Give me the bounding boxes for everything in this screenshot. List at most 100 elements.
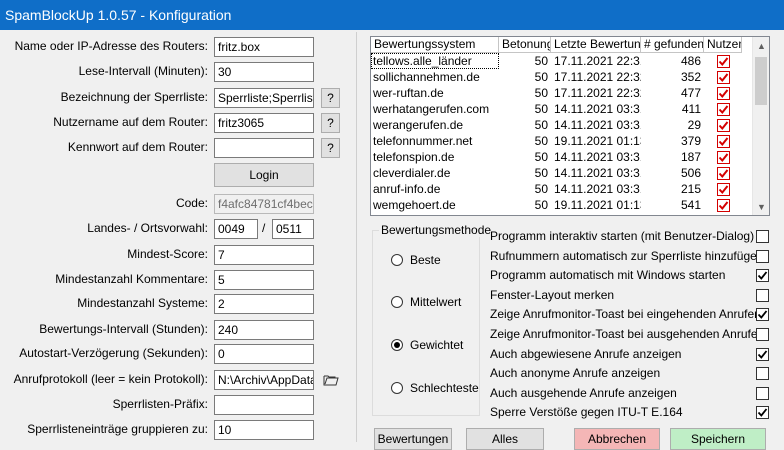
use-checkbox[interactable] bbox=[716, 54, 730, 68]
blocklist-group-row: Sperrlisteneinträge gruppieren zu: 10 bbox=[0, 420, 350, 440]
country-code-input[interactable]: 0049 bbox=[214, 219, 258, 239]
table-row[interactable]: werangerufen.de 50 14.11.2021 03:31 29 bbox=[371, 117, 742, 133]
cell-found: 352 bbox=[680, 70, 701, 84]
read-interval-input[interactable]: 30 bbox=[214, 62, 314, 82]
router-password-input[interactable] bbox=[214, 138, 314, 158]
col-header-system[interactable]: Bewertungssystem bbox=[371, 37, 499, 53]
min-systems-row: Mindestanzahl Systeme: 2 bbox=[0, 294, 350, 314]
option-row[interactable]: Auch anonyme Anrufe anzeigen bbox=[490, 365, 770, 383]
min-comments-input[interactable]: 5 bbox=[214, 270, 314, 290]
table-row[interactable]: telefonspion.de 50 14.11.2021 03:31 187 bbox=[371, 149, 742, 165]
min-score-input[interactable]: 7 bbox=[214, 245, 314, 265]
col-header-found[interactable]: # gefunden bbox=[641, 37, 704, 53]
cell-last-rating: 19.11.2021 01:13 bbox=[554, 134, 641, 148]
rating-method-title: Bewertungsmethode bbox=[379, 223, 494, 237]
use-checkbox[interactable] bbox=[716, 70, 730, 84]
option-row[interactable]: Fenster-Layout merken bbox=[490, 287, 770, 305]
radio-beste[interactable]: Beste bbox=[391, 253, 441, 267]
use-checkbox[interactable] bbox=[716, 166, 730, 180]
check-icon bbox=[757, 271, 768, 281]
city-code-input[interactable]: 0511 bbox=[272, 219, 314, 239]
use-checkbox[interactable] bbox=[716, 150, 730, 164]
option-row[interactable]: Auch abgewiesene Anrufe anzeigen bbox=[490, 346, 770, 364]
table-row[interactable]: cleverdialer.de 50 14.11.2021 03:31 506 bbox=[371, 165, 742, 181]
folder-open-icon[interactable] bbox=[321, 371, 340, 389]
call-log-input[interactable]: N:\Archiv\AppData bbox=[214, 370, 314, 390]
rating-interval-input[interactable]: 240 bbox=[214, 320, 314, 340]
option-checkbox[interactable] bbox=[756, 308, 769, 322]
table-row[interactable]: anruf-info.de 50 14.11.2021 03:31 215 bbox=[371, 181, 742, 197]
cell-system: sollichannehmen.de bbox=[373, 70, 480, 84]
min-systems-input[interactable]: 2 bbox=[214, 294, 314, 314]
table-row[interactable]: tellows.alle_länder 50 17.11.2021 22:31 486 bbox=[371, 53, 742, 69]
use-checkbox[interactable] bbox=[716, 86, 730, 100]
read-interval-label: Lese-Intervall (Minuten): bbox=[78, 64, 208, 78]
scroll-thumb[interactable] bbox=[755, 57, 767, 105]
use-checkbox[interactable] bbox=[716, 102, 730, 116]
all-button[interactable]: Alles bbox=[466, 428, 544, 450]
option-row[interactable]: Sperre Verstöße gegen ITU-T E.164 bbox=[490, 404, 770, 422]
table-row[interactable]: telefonnummer.net 50 19.11.2021 01:13 379 bbox=[371, 133, 742, 149]
option-label: Programm interaktiv starten (mit Benutze… bbox=[490, 229, 755, 243]
radio-schlechteste[interactable]: Schlechteste bbox=[391, 381, 479, 395]
option-row[interactable]: Rufnummern automatisch zur Sperrliste hi… bbox=[490, 248, 770, 266]
rating-systems-table[interactable]: Bewertungssystem Betonung Letzte Bewertu… bbox=[370, 36, 770, 216]
use-checkbox[interactable] bbox=[716, 134, 730, 148]
option-checkbox[interactable] bbox=[756, 406, 769, 420]
option-row[interactable]: Zeige Anrufmonitor-Toast bei ausgehenden… bbox=[490, 326, 770, 344]
col-header-weight[interactable]: Betonung bbox=[499, 37, 551, 53]
min-comments-row: Mindestanzahl Kommentare: 5 bbox=[0, 270, 350, 290]
col-header-last[interactable]: Letzte Bewertung bbox=[551, 37, 641, 53]
ratings-button[interactable]: Bewertungen bbox=[374, 428, 452, 450]
option-checkbox[interactable] bbox=[756, 230, 769, 243]
code-input: f4afc84781cf4beca bbox=[214, 194, 314, 214]
option-row[interactable]: Zeige Anrufmonitor-Toast bei eingehenden… bbox=[490, 306, 770, 324]
radio-mittelwert[interactable]: Mittelwert bbox=[391, 295, 461, 309]
router-address-input[interactable]: fritz.box bbox=[214, 37, 314, 57]
option-checkbox[interactable] bbox=[756, 347, 769, 361]
blocklist-group-input[interactable]: 10 bbox=[214, 420, 314, 440]
scroll-down-icon[interactable]: ▼ bbox=[753, 198, 769, 215]
option-label: Rufnummern automatisch zur Sperrliste hi… bbox=[490, 248, 764, 263]
router-user-help-button[interactable]: ? bbox=[321, 113, 340, 133]
use-checkbox[interactable] bbox=[716, 198, 730, 212]
save-button[interactable]: Speichern bbox=[670, 428, 766, 450]
router-password-help-button[interactable]: ? bbox=[321, 138, 340, 158]
option-checkbox[interactable] bbox=[756, 367, 769, 381]
cancel-button[interactable]: Abbrechen bbox=[574, 428, 660, 450]
min-comments-label: Mindestanzahl Kommentare: bbox=[55, 272, 208, 286]
login-button[interactable]: Login bbox=[214, 163, 314, 187]
option-row[interactable]: Programm automatisch mit Windows starten bbox=[490, 267, 770, 285]
blocklist-name-input[interactable]: Sperrliste;Sperrliste2 bbox=[214, 88, 314, 108]
router-user-input[interactable]: fritz3065 bbox=[214, 113, 314, 133]
blocklist-prefix-input[interactable] bbox=[214, 395, 314, 415]
scroll-up-icon[interactable]: ▲ bbox=[753, 37, 769, 54]
router-user-row: Nutzername auf dem Router: fritz3065 ? bbox=[0, 113, 350, 133]
rating-interval-label: Bewertungs-Intervall (Stunden): bbox=[39, 322, 208, 336]
option-checkbox[interactable] bbox=[756, 249, 769, 263]
table-row[interactable]: sollichannehmen.de 50 17.11.2021 22:32 352 bbox=[371, 69, 742, 85]
cell-last-rating: 14.11.2021 03:31 bbox=[554, 150, 641, 164]
cell-last-rating: 14.11.2021 03:31 bbox=[554, 182, 641, 196]
use-checkbox[interactable] bbox=[716, 118, 730, 132]
option-checkbox[interactable] bbox=[756, 269, 769, 283]
table-row[interactable]: wemgehoert.de 50 19.11.2021 01:13 541 bbox=[371, 197, 742, 213]
cell-use bbox=[704, 165, 742, 181]
autostart-delay-input[interactable]: 0 bbox=[214, 344, 314, 364]
table-row[interactable]: wer-ruftan.de 50 17.11.2021 22:32 477 bbox=[371, 85, 742, 101]
table-scrollbar[interactable]: ▲ ▼ bbox=[752, 37, 769, 215]
radio-gewichtet[interactable]: Gewichtet bbox=[391, 338, 463, 352]
option-checkbox[interactable] bbox=[756, 386, 769, 400]
option-checkbox[interactable] bbox=[756, 288, 769, 302]
option-row[interactable]: Auch ausgehende Anrufe anzeigen bbox=[490, 385, 770, 403]
cell-weight: 50 bbox=[534, 166, 548, 180]
blocklist-help-button[interactable]: ? bbox=[321, 88, 340, 108]
table-row[interactable]: werhatangerufen.com 50 14.11.2021 03:31 411 bbox=[371, 101, 742, 117]
check-icon bbox=[718, 200, 728, 210]
col-header-use[interactable]: Nutzen bbox=[704, 37, 742, 53]
use-checkbox[interactable] bbox=[716, 182, 730, 196]
code-row: Code: f4afc84781cf4beca bbox=[0, 194, 350, 214]
option-checkbox[interactable] bbox=[756, 328, 769, 341]
option-row[interactable]: Programm interaktiv starten (mit Benutze… bbox=[490, 228, 770, 246]
check-icon bbox=[757, 310, 768, 320]
